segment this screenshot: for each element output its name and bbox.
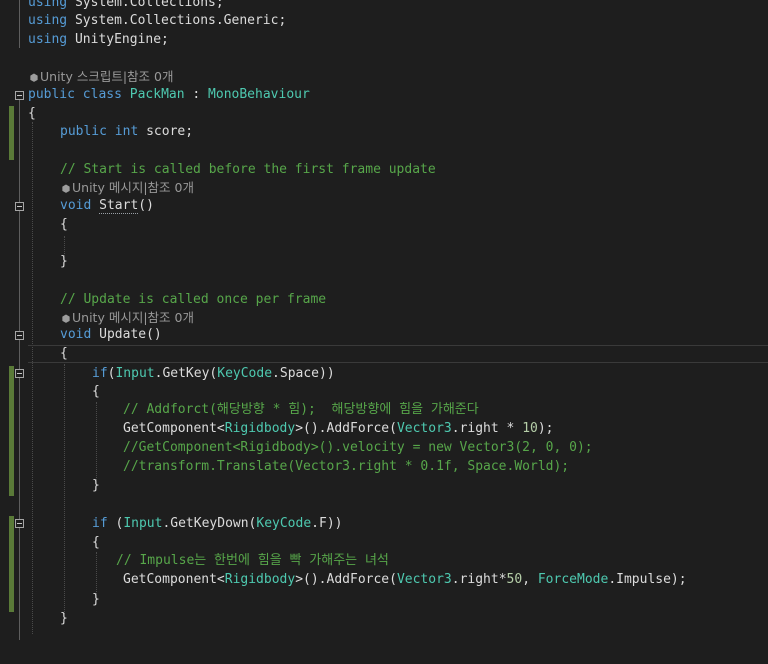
code-line[interactable]: }	[0, 477, 768, 495]
codelens-text[interactable]: Unity 스크립트|참조 0개	[40, 69, 173, 84]
code-line[interactable]: using System.Collections;	[0, 0, 768, 12]
code-line[interactable]: // Update is called once per frame	[0, 291, 768, 309]
code-text: GetComponent<	[123, 572, 225, 587]
code-text: System.Collections;	[67, 0, 224, 10]
code-editor[interactable]: using System.Collections; using System.C…	[0, 0, 768, 640]
code-text: score;	[138, 124, 194, 139]
brace: {	[28, 106, 36, 121]
code-line[interactable]: {	[0, 383, 768, 401]
code-line[interactable]: // Addforct(해당방향 * 힘); 해당방향에 힘을 가해준다	[0, 401, 768, 419]
comment: // Start is called before the first fram…	[60, 162, 436, 177]
brace: }	[60, 254, 68, 269]
code-line[interactable]: public int score;	[0, 123, 768, 141]
keyword: void	[60, 198, 92, 213]
type-name: MonoBehaviour	[208, 87, 310, 102]
code-line[interactable]: //transform.Translate(Vector3.right * 0.…	[0, 458, 768, 476]
code-line[interactable]: if (Input.GetKeyDown(KeyCode.F))	[0, 515, 768, 533]
code-line[interactable]: {	[0, 534, 768, 552]
code-text: GetComponent<	[123, 421, 225, 436]
code-line[interactable]: if(Input.GetKey(KeyCode.Space))	[0, 365, 768, 383]
code-line[interactable]: //GetComponent<Rigidbody>().velocity = n…	[0, 439, 768, 457]
codelens-line[interactable]: ⬢ Unity 메시지|참조 0개	[0, 309, 768, 327]
comment: // Addforct(해당방향 * 힘); 해당방향에 힘을 가해준다	[123, 402, 479, 417]
code-text: ()	[138, 198, 154, 213]
code-line[interactable]: using System.Collections.Generic;	[0, 12, 768, 30]
comment: // Impulse는 한번에 힘을 빡 가해주는 녀석	[116, 553, 389, 568]
type-name: KeyCode	[256, 516, 312, 531]
number-literal: 10	[522, 421, 538, 436]
keyword: using	[28, 13, 68, 28]
brace: }	[92, 592, 100, 607]
code-line[interactable]: public class PackMan : MonoBehaviour	[0, 86, 768, 104]
type-name: Input	[123, 516, 163, 531]
codelens-text[interactable]: Unity 메시지|참조 0개	[72, 310, 194, 325]
type-name: PackMan	[129, 87, 185, 102]
code-line[interactable]: }	[0, 610, 768, 628]
code-line[interactable]: // Start is called before the first fram…	[0, 161, 768, 179]
code-line[interactable]: void Update()	[0, 326, 768, 344]
type-name: KeyCode	[217, 366, 273, 381]
brace: {	[60, 217, 68, 232]
comment: //transform.Translate(Vector3.right * 0.…	[123, 459, 570, 474]
code-line[interactable]: {	[0, 105, 768, 123]
code-text: .Space))	[272, 366, 335, 381]
code-text: UnityEngine;	[67, 32, 169, 47]
type-name: Vector3	[396, 421, 452, 436]
keyword: void	[60, 327, 92, 342]
method-name: Update	[99, 327, 147, 342]
code-text: System.Collections.Generic;	[67, 13, 287, 28]
type-name: Vector3	[396, 572, 452, 587]
keyword: public	[60, 124, 107, 139]
code-line[interactable]: // Impulse는 한번에 힘을 빡 가해주는 녀석	[0, 552, 768, 570]
codelens-text[interactable]: Unity 메시지|참조 0개	[72, 180, 194, 195]
code-text: >().AddForce(	[295, 421, 397, 436]
code-line[interactable]: }	[0, 253, 768, 271]
comment: // Update is called once per frame	[60, 292, 327, 307]
keyword: using	[28, 0, 68, 10]
keyword: if	[92, 516, 108, 531]
code-text: (	[107, 516, 124, 531]
brace: {	[92, 384, 100, 399]
code-text: .GetKeyDown(	[162, 516, 257, 531]
keyword: public	[28, 87, 75, 102]
code-text: .right*	[451, 572, 507, 587]
type-name: ForceMode	[537, 572, 609, 587]
code-line[interactable]: }	[0, 591, 768, 609]
code-text: .GetKey(	[154, 366, 218, 381]
code-line[interactable]: GetComponent<Rigidbody>().AddForce(Vecto…	[0, 571, 768, 589]
brace: }	[92, 478, 100, 493]
brace: }	[60, 611, 68, 626]
keyword: using	[28, 32, 68, 47]
codelens-line[interactable]: ⬢ Unity 메시지|참조 0개	[0, 179, 768, 197]
code-line[interactable]: {	[0, 216, 768, 234]
type-name: Input	[115, 366, 155, 381]
code-text: :	[184, 87, 209, 102]
keyword: int	[114, 124, 139, 139]
code-text: .Impulse);	[608, 572, 687, 587]
keyword: class	[82, 87, 122, 102]
keyword: if	[92, 366, 108, 381]
code-text: ()	[146, 327, 162, 342]
code-text: >().AddForce(	[295, 572, 397, 587]
code-text: );	[537, 421, 554, 436]
code-line[interactable]: void Start()	[0, 197, 768, 215]
brace: {	[92, 535, 100, 550]
code-line[interactable]: using UnityEngine;	[0, 31, 768, 49]
code-line[interactable]: {	[0, 345, 768, 363]
code-text: ,	[522, 572, 538, 587]
brace: {	[60, 346, 68, 361]
codelens-line[interactable]: ⬢ Unity 스크립트|참조 0개	[0, 68, 768, 86]
code-line[interactable]: GetComponent<Rigidbody>().AddForce(Vecto…	[0, 420, 768, 438]
code-text: .right *	[451, 421, 523, 436]
type-name: Rigidbody	[224, 421, 296, 436]
comment: //GetComponent<Rigidbody>().velocity = n…	[123, 440, 593, 455]
code-text: .F))	[311, 516, 343, 531]
number-literal: 50	[506, 572, 523, 587]
type-name: Rigidbody	[224, 572, 296, 587]
method-name: Start	[99, 198, 139, 214]
